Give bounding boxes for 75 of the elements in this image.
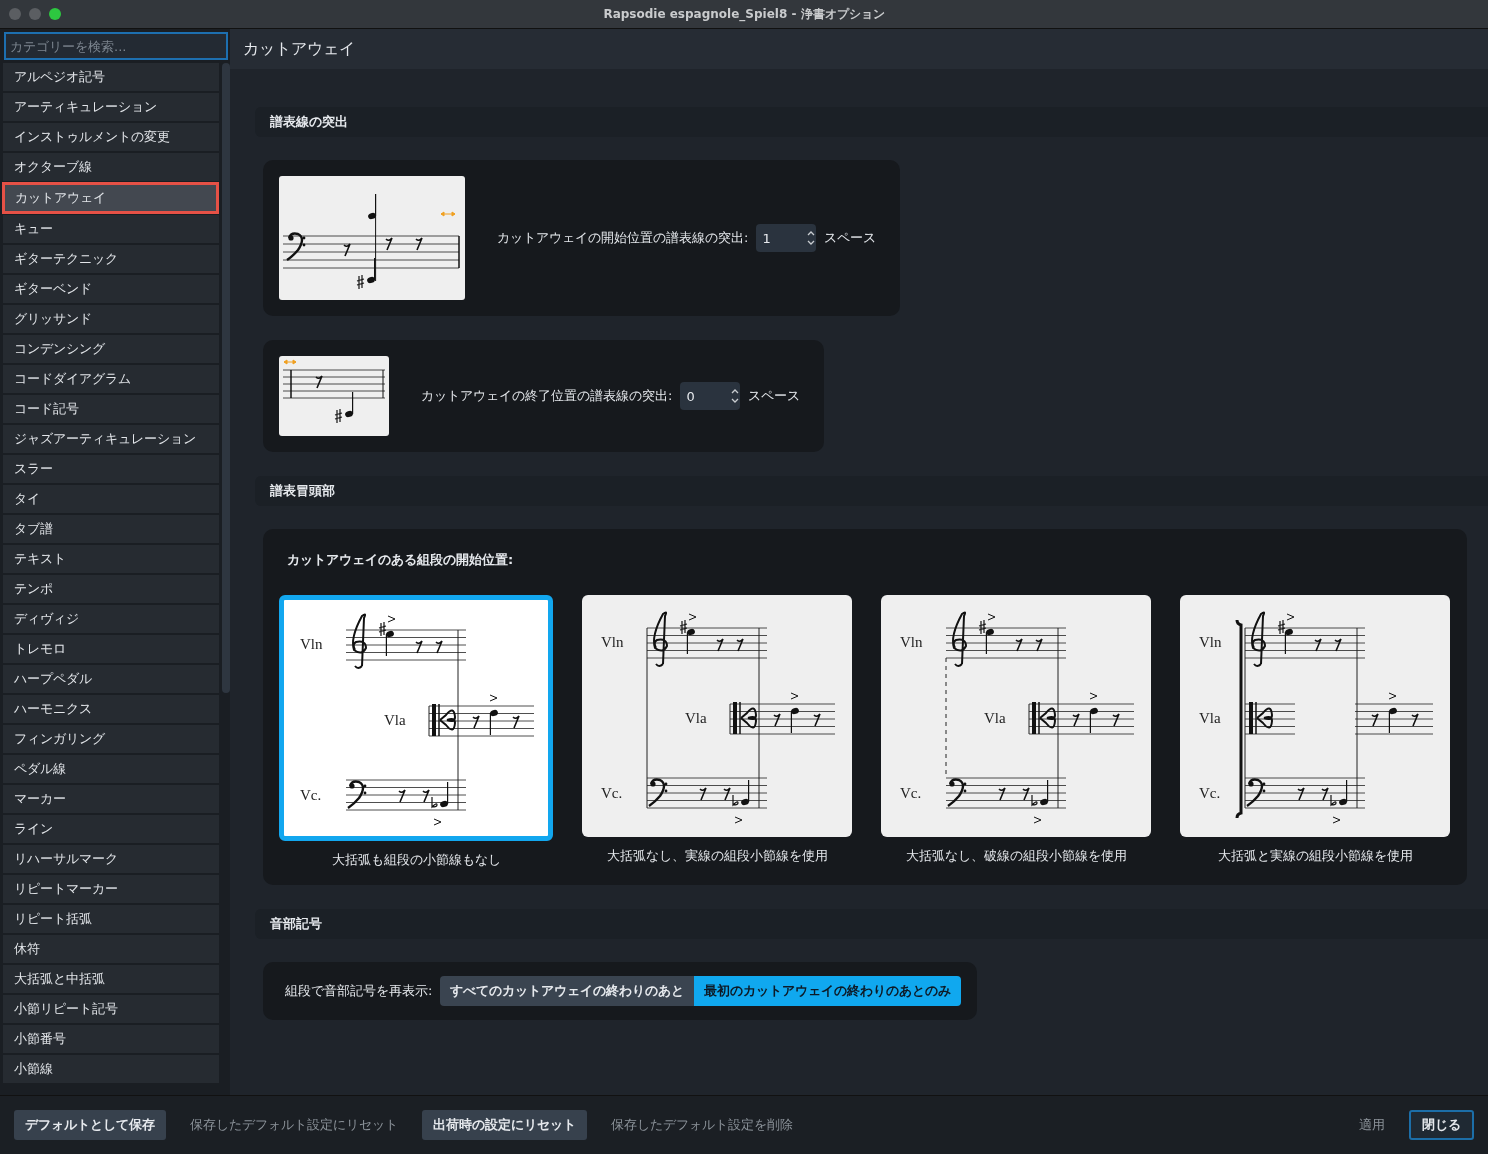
- sidebar-item[interactable]: テキスト: [3, 545, 219, 573]
- number-stepper[interactable]: 0: [680, 382, 741, 410]
- sidebar-item[interactable]: ディヴィジ: [3, 605, 219, 633]
- sidebar-item[interactable]: フィンガリング: [3, 725, 219, 753]
- score-option[interactable]: Vln Vla Vc.: [881, 595, 1151, 837]
- sidebar-item[interactable]: 休符: [3, 935, 219, 963]
- sidebar-item[interactable]: ギターベンド: [3, 275, 219, 303]
- instrument-label: Vc.: [300, 787, 322, 803]
- sidebar-item[interactable]: リハーサルマーク: [3, 845, 219, 873]
- sidebar-item[interactable]: ハーモニクス: [3, 695, 219, 723]
- option-caption: 大括弧なし、破線の組段小節線を使用: [905, 847, 1127, 865]
- sidebar-item[interactable]: カットアウェイ: [4, 184, 217, 212]
- option-label: カットアウェイのある組段の開始位置:: [287, 551, 514, 569]
- option-caption: 大括弧と実線の組段小節線を使用: [1217, 847, 1413, 865]
- sidebar-item[interactable]: スラー: [3, 455, 219, 483]
- sidebar-item[interactable]: ハープペダル: [3, 665, 219, 693]
- sidebar-item[interactable]: ペダル線: [3, 755, 219, 783]
- section-header: 音部記号: [255, 909, 1488, 939]
- sidebar-item[interactable]: タイ: [3, 485, 219, 513]
- option-label: カットアウェイの開始位置の譜表線の突出:: [497, 229, 749, 247]
- sidebar-item[interactable]: 小節線: [3, 1055, 219, 1083]
- search-field[interactable]: カテゴリーを検索...: [4, 32, 228, 60]
- sidebar-item[interactable]: 小節リピート記号: [3, 995, 219, 1023]
- section-header: 譜表線の突出: [255, 107, 1488, 137]
- instrument-label: Vla: [1199, 710, 1221, 726]
- instrument-label: Vc.: [900, 785, 922, 801]
- footer-button[interactable]: 出荷時の設定にリセット: [422, 1110, 587, 1140]
- instrument-label: Vln: [300, 636, 323, 652]
- option-label: 組段で音部記号を再表示:: [285, 982, 433, 1000]
- sidebar-item[interactable]: コードダイアグラム: [3, 365, 219, 393]
- page-title: カットアウェイ: [230, 29, 1488, 69]
- sidebar-item[interactable]: オクターブ線: [3, 153, 219, 181]
- score-option[interactable]: Vln Vla Vc.: [582, 595, 852, 837]
- score-option[interactable]: Vln Vla Vc.: [1180, 595, 1450, 837]
- option-caption: 大括弧も組段の小節線もなし: [331, 851, 501, 869]
- sidebar-item[interactable]: ライン: [3, 815, 219, 843]
- zoom-button[interactable]: [49, 8, 61, 20]
- sidebar-item[interactable]: 大括弧と中括弧: [3, 965, 219, 993]
- sidebar-item[interactable]: ジャズアーティキュレーション: [3, 425, 219, 453]
- segment-button[interactable]: 最初のカットアウェイの終わりのあとのみ: [694, 976, 962, 1006]
- sidebar-item[interactable]: ギターテクニック: [3, 245, 219, 273]
- sidebar-item[interactable]: キュー: [3, 215, 219, 243]
- unit-label: スペース: [824, 229, 877, 247]
- instrument-label: Vla: [685, 710, 707, 726]
- footer-button[interactable]: デフォルトとして保存: [14, 1110, 166, 1140]
- sidebar-item[interactable]: コンデンシング: [3, 335, 219, 363]
- sidebar-item[interactable]: マーカー: [3, 785, 219, 813]
- instrument-label: Vln: [601, 634, 624, 650]
- score-option[interactable]: Vln Vla Vc.: [279, 595, 553, 841]
- unit-label: スペース: [748, 387, 801, 405]
- sidebar-item[interactable]: タブ譜: [3, 515, 219, 543]
- instrument-label: Vc.: [1199, 785, 1221, 801]
- footer-button[interactable]: 閉じる: [1409, 1110, 1474, 1140]
- sidebar-item[interactable]: アーティキュレーション: [3, 93, 219, 121]
- sidebar-item[interactable]: テンポ: [3, 575, 219, 603]
- instrument-label: Vc.: [601, 785, 623, 801]
- sidebar-item[interactable]: コード記号: [3, 395, 219, 423]
- instrument-label: Vla: [984, 710, 1006, 726]
- sidebar-item[interactable]: インストゥルメントの変更: [3, 123, 219, 151]
- option-label: カットアウェイの終了位置の譜表線の突出:: [421, 387, 673, 405]
- sidebar-item[interactable]: トレモロ: [3, 635, 219, 663]
- instrument-label: Vln: [1199, 634, 1222, 650]
- segment-button[interactable]: すべてのカットアウェイの終わりのあと: [440, 976, 695, 1006]
- sidebar-item[interactable]: リピートマーカー: [3, 875, 219, 903]
- sidebar-item[interactable]: アルペジオ記号: [3, 63, 219, 91]
- sidebar-item[interactable]: 小節番号: [3, 1025, 219, 1053]
- section-header: 譜表冒頭部: [255, 476, 1488, 506]
- number-stepper[interactable]: 1: [756, 224, 817, 252]
- window-title: Rapsodie espagnole_Spiel8 - 浄書オプション: [603, 5, 885, 23]
- scrollbar[interactable]: [222, 63, 230, 693]
- sidebar-item[interactable]: リピート括弧: [3, 905, 219, 933]
- option-caption: 大括弧なし、実線の組段小節線を使用: [606, 847, 828, 865]
- instrument-label: Vla: [384, 712, 406, 728]
- sidebar-item[interactable]: グリッサンド: [3, 305, 219, 333]
- instrument-label: Vln: [900, 634, 923, 650]
